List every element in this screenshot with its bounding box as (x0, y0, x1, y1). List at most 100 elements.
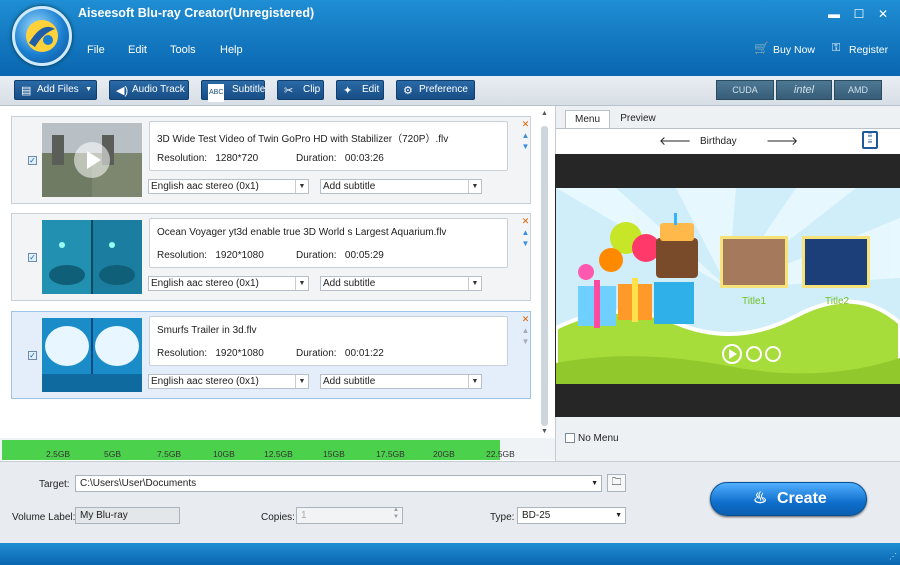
close-button[interactable]: ✕ (875, 6, 891, 22)
remove-icon[interactable]: ✕ (520, 119, 531, 130)
menu-file[interactable]: File (87, 44, 105, 56)
remove-icon[interactable]: ✕ (520, 216, 531, 227)
tab-menu[interactable]: Menu (565, 110, 610, 128)
remove-icon[interactable]: ✕ (520, 314, 531, 325)
folder-icon[interactable]: 🗀 (607, 474, 626, 492)
intel-badge[interactable]: intel (776, 80, 832, 100)
resolution-value: 1280*720 (215, 153, 259, 164)
capacity-tick: 15GB (323, 449, 345, 459)
resolution-label: Resolution: (157, 250, 208, 261)
list-item[interactable]: ✓ 3D Wide Test Video of Twin GoPro HD wi… (11, 116, 531, 204)
item-checkbox[interactable]: ✓ (28, 351, 37, 360)
thumb-title-1[interactable]: Title1 (742, 296, 766, 307)
tab-preview[interactable]: Preview (612, 110, 664, 128)
cuda-badge[interactable]: CUDA (716, 80, 774, 100)
move-up-icon[interactable]: ▲ (520, 130, 531, 141)
chevron-down-icon: ▼ (591, 480, 598, 487)
chevron-down-icon: ▼ (615, 512, 622, 519)
capacity-tick: 10GB (213, 449, 235, 459)
subtitle-button[interactable]: ABC Subtitle (201, 80, 265, 102)
file-info: 3D Wide Test Video of Twin GoPro HD with… (149, 121, 508, 171)
move-down-icon[interactable]: ▼ (520, 238, 531, 249)
clip-button[interactable]: ✂ Clip (277, 80, 324, 100)
file-name: Ocean Voyager yt3d enable true 3D World … (157, 227, 447, 238)
capacity-tick: 17.5GB (376, 449, 405, 459)
subtitle-select[interactable]: Add subtitle ▼ (320, 374, 482, 389)
chevron-down-icon: ▼ (295, 277, 308, 290)
thumb-title-2[interactable]: Title2 (825, 296, 849, 307)
menu-edit[interactable]: Edit (128, 44, 147, 56)
sparkle-icon: ✦ (343, 85, 353, 97)
capacity-tick: 12.5GB (264, 449, 293, 459)
list-item[interactable]: ✓ Ocean Voyager yt3d enable true 3D Worl… (11, 213, 531, 301)
subtitle-select[interactable]: Add subtitle ▼ (320, 179, 482, 194)
preference-button[interactable]: ⚙ Preference (396, 80, 475, 100)
video-thumbnail[interactable] (42, 220, 142, 294)
add-file-icon: ▤ (21, 85, 32, 97)
file-name: 3D Wide Test Video of Twin GoPro HD with… (157, 134, 449, 145)
chevron-down-icon[interactable]: ▼ (85, 81, 92, 99)
menu-tools[interactable]: Tools (170, 44, 196, 56)
minimize-button[interactable]: ▬ (826, 6, 842, 22)
speaker-icon: ◀) (116, 85, 129, 97)
capacity-fill (2, 440, 500, 460)
chevron-down-icon: ▼ (295, 375, 308, 388)
file-info: Ocean Voyager yt3d enable true 3D World … (149, 218, 508, 268)
list-item[interactable]: ✓ Smurfs Trailer in 3d.flv Resolution: 1… (11, 311, 531, 399)
type-select[interactable]: BD-25 ▼ (517, 507, 626, 524)
key-icon: ⚿ (832, 42, 841, 54)
chevron-down-icon: ▼ (468, 375, 481, 388)
amd-badge[interactable]: AMD (834, 80, 882, 100)
volume-input[interactable]: My Blu-ray (75, 507, 180, 524)
edit-button[interactable]: ✦ Edit (336, 80, 384, 100)
file-info: Smurfs Trailer in 3d.flv Resolution: 192… (149, 316, 508, 366)
no-menu-checkbox[interactable] (565, 433, 575, 443)
register-link[interactable]: Register (849, 44, 888, 56)
scroll-up-arrow[interactable]: ▲ (541, 110, 548, 117)
app-title: Aiseesoft Blu-ray Creator(Unregistered) (78, 6, 315, 20)
capacity-tick: 20GB (433, 449, 455, 459)
capacity-tick: 22.5GB (486, 449, 515, 459)
file-name: Smurfs Trailer in 3d.flv (157, 325, 257, 336)
birthday-menu-scene (556, 188, 900, 384)
audio-track-button[interactable]: ◀) Audio Track (109, 80, 189, 100)
abc-icon: ABC (208, 84, 225, 102)
template-name: Birthday (700, 136, 737, 147)
capacity-tick: 5GB (104, 449, 122, 459)
create-button[interactable]: ♨ Create (710, 482, 867, 516)
move-up-icon[interactable]: ▲ (520, 227, 531, 238)
duration-label: Duration: (296, 250, 337, 261)
copies-label: Copies: (261, 512, 295, 523)
move-up-icon[interactable]: ▲ (520, 325, 531, 336)
target-select[interactable]: C:\Users\User\Documents ▼ (75, 475, 602, 492)
arrow-right-icon[interactable]: 🡒 (766, 133, 798, 148)
video-thumbnail[interactable] (42, 318, 142, 392)
resolution-label: Resolution: (157, 153, 208, 164)
target-label: Target: (39, 479, 70, 490)
edit-menu-icon[interactable]: ≡ ≡ (862, 131, 878, 149)
menu-help[interactable]: Help (220, 44, 243, 56)
copies-stepper[interactable]: 1 ▲ ▼ (296, 507, 403, 524)
cart-icon: 🛒 (754, 41, 769, 55)
video-thumbnail[interactable] (42, 123, 142, 197)
item-checkbox[interactable]: ✓ (28, 156, 37, 165)
duration-label: Duration: (296, 153, 337, 164)
audio-track-select[interactable]: English aac stereo (0x1) ▼ (148, 179, 309, 194)
chevron-down-icon: ▼ (468, 277, 481, 290)
add-files-button[interactable]: ▤ Add Files ▼ (14, 80, 97, 100)
audio-track-select[interactable]: English aac stereo (0x1) ▼ (148, 276, 309, 291)
move-down-icon[interactable]: ▼ (520, 336, 531, 347)
duration-value: 00:05:29 (344, 250, 384, 261)
move-down-icon[interactable]: ▼ (520, 141, 531, 152)
arrow-left-icon[interactable]: 🡐 (659, 133, 691, 148)
buy-now-link[interactable]: Buy Now (773, 44, 815, 56)
item-checkbox[interactable]: ✓ (28, 253, 37, 262)
resize-grip-icon[interactable]: ⋰ (889, 552, 897, 561)
scrollbar-thumb[interactable] (541, 126, 548, 426)
audio-track-select[interactable]: English aac stereo (0x1) ▼ (148, 374, 309, 389)
subtitle-select[interactable]: Add subtitle ▼ (320, 276, 482, 291)
resolution-label: Resolution: (157, 348, 208, 359)
maximize-button[interactable]: ☐ (851, 6, 867, 22)
scissors-icon: ✂ (284, 85, 294, 97)
scroll-down-arrow[interactable]: ▼ (541, 428, 548, 435)
